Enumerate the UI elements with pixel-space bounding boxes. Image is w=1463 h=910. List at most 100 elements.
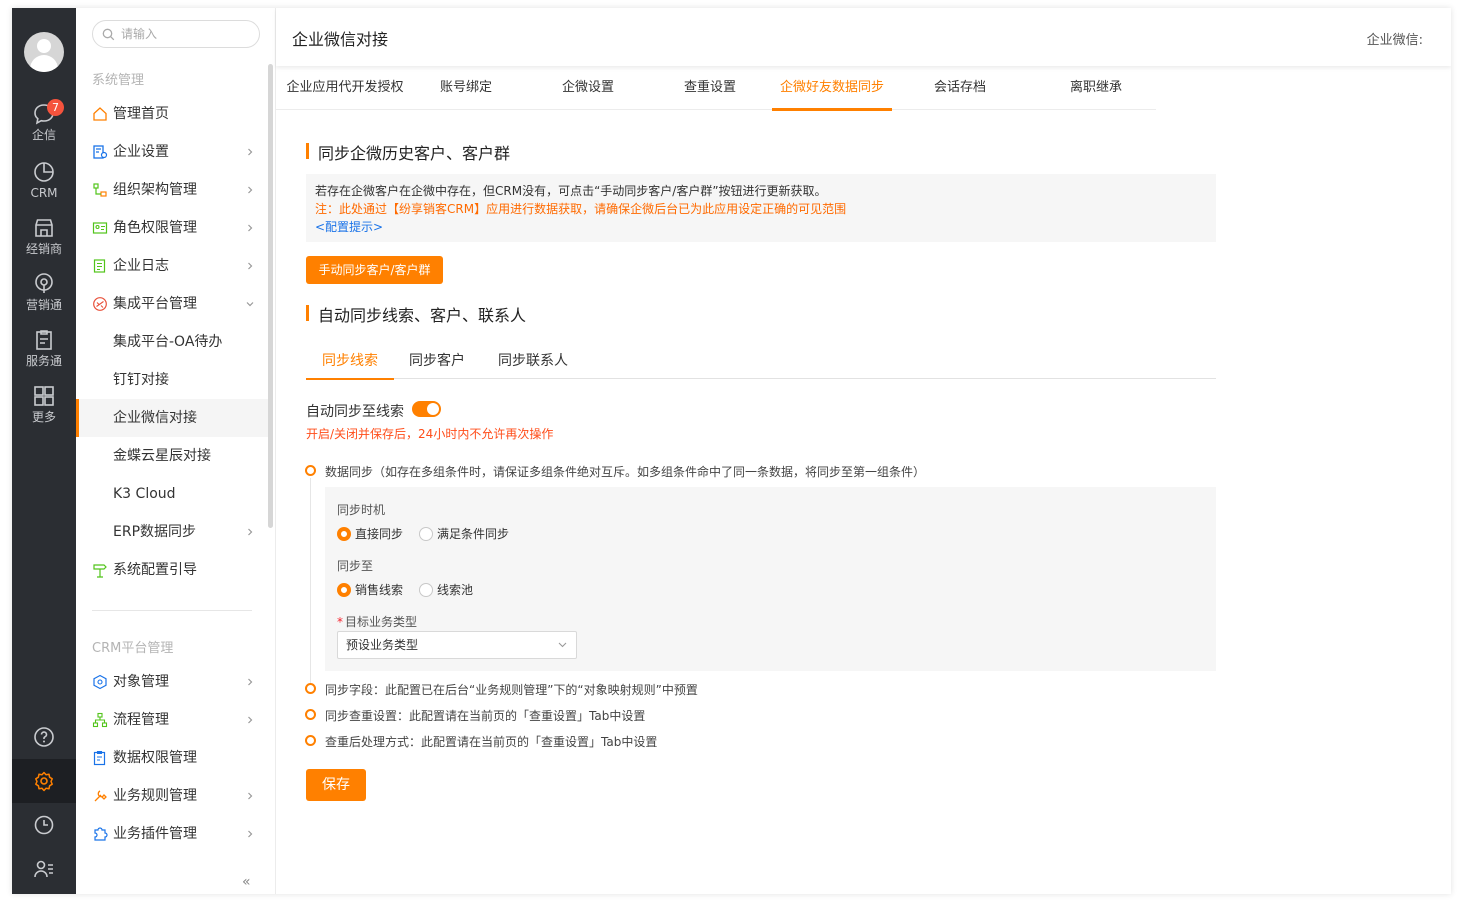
rail-item-marketing[interactable]: 营销通 xyxy=(12,272,76,326)
sidebar-search-input[interactable]: 请输入 xyxy=(92,20,260,48)
sidebar-item-label: 角色权限管理 xyxy=(113,220,197,236)
rail-item-service[interactable]: 服务通 xyxy=(12,328,76,382)
home-icon xyxy=(93,107,107,121)
log-icon xyxy=(93,259,106,273)
auto-sync-toggle[interactable] xyxy=(412,401,441,417)
radio-label: 销售线索 xyxy=(355,583,404,597)
history-button[interactable] xyxy=(12,803,76,847)
config-hint-link[interactable]: <配置提示> xyxy=(315,218,1207,236)
unread-badge: 7 xyxy=(47,99,64,116)
save-button[interactable]: 保存 xyxy=(306,769,366,801)
rail-label: 服务通 xyxy=(25,354,62,368)
timeline-text-data-sync: 数据同步（如存在多组条件时，请保证多组条件绝对互斥。如多组条件命中了同一条数据，… xyxy=(325,465,926,479)
enterprise-settings-icon xyxy=(93,145,108,159)
sidebar-item-label: ERP数据同步 xyxy=(113,524,197,540)
tab-resign-inherit[interactable]: 离职继承 xyxy=(1066,66,1126,110)
radio-lead-pool[interactable]: 线索池 xyxy=(419,582,473,598)
settings-button[interactable] xyxy=(12,759,76,803)
sidebar-item-label: 数据权限管理 xyxy=(113,750,197,766)
sidebar-item-kingdee[interactable]: 金蝶云星辰对接 xyxy=(76,437,268,475)
tab-wecom-settings[interactable]: 企微设置 xyxy=(558,66,618,110)
chevron-right-icon xyxy=(248,792,253,800)
timeline-text-post-dedup: 查重后处理方式：此配置请在当前页的「查重设置」Tab中设置 xyxy=(325,735,658,749)
sidebar-item-wecom[interactable]: 企业微信对接 xyxy=(76,399,268,437)
target-type-label: * 目标业务类型 xyxy=(337,613,417,630)
rule-icon xyxy=(94,790,107,802)
subtab-sync-contacts[interactable]: 同步联系人 xyxy=(488,344,578,379)
chevron-right-icon xyxy=(248,528,253,536)
chevron-right-icon xyxy=(248,148,253,156)
sidebar-item-org-structure[interactable]: 组织架构管理 xyxy=(76,171,268,209)
subtab-sync-leads[interactable]: 同步线索 xyxy=(306,344,394,380)
tab-account-binding[interactable]: 账号绑定 xyxy=(436,66,496,110)
sidebar-item-label: 组织架构管理 xyxy=(113,182,197,198)
user-menu-button[interactable] xyxy=(12,847,76,891)
avatar[interactable] xyxy=(24,32,64,72)
sync-to-label: 同步至 xyxy=(337,559,374,573)
sidebar-item-label: 业务插件管理 xyxy=(113,826,197,842)
sidebar-item-k3-cloud[interactable]: K3 Cloud xyxy=(76,475,268,513)
manual-sync-button[interactable]: 手动同步客户/客户群 xyxy=(306,256,443,284)
chevron-right-icon xyxy=(248,716,253,724)
main-content: 企业微信对接 企业微信: 企业应用代开发授权 账号绑定 企微设置 查重设置 企微… xyxy=(276,8,1451,894)
collapse-sidebar-button[interactable]: « xyxy=(242,874,251,890)
sidebar-item-label: 钉钉对接 xyxy=(113,372,169,388)
notice-warning: 注：此处通过【纷享销客CRM】应用进行数据获取，请确保企微后台已为此应用设定正确… xyxy=(315,202,847,216)
chevron-right-icon xyxy=(248,830,253,838)
sidebar-item-home[interactable]: 管理首页 xyxy=(76,95,268,133)
sidebar-item-integration[interactable]: 集成平台管理 xyxy=(76,285,268,323)
tab-dedup-settings[interactable]: 查重设置 xyxy=(680,66,740,110)
sidebar-scrollbar[interactable] xyxy=(268,64,273,528)
radio-label: 满足条件同步 xyxy=(437,527,510,541)
rail-item-more[interactable]: 更多 xyxy=(12,384,76,438)
sidebar-item-label: 企业设置 xyxy=(113,144,169,160)
sidebar-item-label: 金蝶云星辰对接 xyxy=(113,448,211,464)
rail-item-qixin[interactable]: 7 企信 xyxy=(12,99,76,156)
subtab-sync-customers[interactable]: 同步客户 xyxy=(398,344,476,379)
timeline-text-dedup-settings: 同步查重设置：此配置请在当前页的「查重设置」Tab中设置 xyxy=(325,709,646,723)
sidebar-divider xyxy=(92,610,252,611)
help-button[interactable] xyxy=(12,715,76,759)
sidebar-item-erp-sync[interactable]: ERP数据同步 xyxy=(76,513,268,551)
sidebar-item-config-guide[interactable]: 系统配置引导 xyxy=(76,551,268,589)
broadcast-icon xyxy=(35,273,53,293)
sidebar-item-object[interactable]: 对象管理 xyxy=(76,663,268,701)
radio-sales-leads[interactable]: 销售线索 xyxy=(337,582,403,598)
radio-label: 线索池 xyxy=(437,583,474,597)
tab-app-authorization[interactable]: 企业应用代开发授权 xyxy=(286,66,404,110)
radio-label: 直接同步 xyxy=(355,527,404,541)
role-permission-icon xyxy=(92,222,108,234)
sidebar-item-oa-todo[interactable]: 集成平台-OA待办 xyxy=(76,323,268,361)
search-placeholder: 请输入 xyxy=(121,27,158,41)
chevron-down-icon xyxy=(246,302,254,307)
sidebar-item-label: 企业微信对接 xyxy=(113,410,197,426)
sidebar-item-business-rule[interactable]: 业务规则管理 xyxy=(76,777,268,815)
sidebar-item-business-plugin[interactable]: 业务插件管理 xyxy=(76,815,268,853)
sidebar-item-enterprise-log[interactable]: 企业日志 xyxy=(76,247,268,285)
app-window: 7 企信 CRM 经销商 营销通 服务通 更多 请输入 系统管理 管理首页 企业… xyxy=(12,8,1451,894)
rail-label: 更多 xyxy=(31,410,56,424)
target-business-type-select[interactable]: 预设业务类型 xyxy=(337,631,577,659)
sidebar-item-dingtalk[interactable]: 钉钉对接 xyxy=(76,361,268,399)
section-title-history-sync: 同步企微历史客户、客户群 xyxy=(306,140,510,164)
auto-sync-label: 自动同步至线索 xyxy=(306,404,404,420)
radio-conditional-sync[interactable]: 满足条件同步 xyxy=(419,526,509,542)
tab-chat-archive[interactable]: 会话存档 xyxy=(930,66,990,110)
condition-group: 同步时机 直接同步 满足条件同步 同步至 销售线索 线索池 * 目标业务类型 预设… xyxy=(325,487,1216,671)
sidebar-item-label: 对象管理 xyxy=(113,674,169,690)
rail-item-crm[interactable]: CRM xyxy=(12,160,76,214)
sidebar-item-data-permission[interactable]: 数据权限管理 xyxy=(76,739,268,777)
sidebar-item-role-permission[interactable]: 角色权限管理 xyxy=(76,209,268,247)
sidebar-item-enterprise-settings[interactable]: 企业设置 xyxy=(76,133,268,171)
sidebar-item-label: 管理首页 xyxy=(113,106,169,122)
page-header: 企业微信对接 企业微信: xyxy=(276,8,1451,66)
search-icon xyxy=(102,28,115,41)
wecom-account-label: 企业微信: xyxy=(1366,33,1423,48)
app-rail: 7 企信 CRM 经销商 营销通 服务通 更多 xyxy=(12,8,76,894)
tab-friend-data-sync[interactable]: 企微好友数据同步 xyxy=(772,66,892,111)
store-icon xyxy=(35,219,53,237)
sidebar-item-flow[interactable]: 流程管理 xyxy=(76,701,268,739)
clipboard-icon xyxy=(36,330,52,350)
rail-item-dealer[interactable]: 经销商 xyxy=(12,216,76,270)
radio-direct-sync[interactable]: 直接同步 xyxy=(337,526,403,542)
